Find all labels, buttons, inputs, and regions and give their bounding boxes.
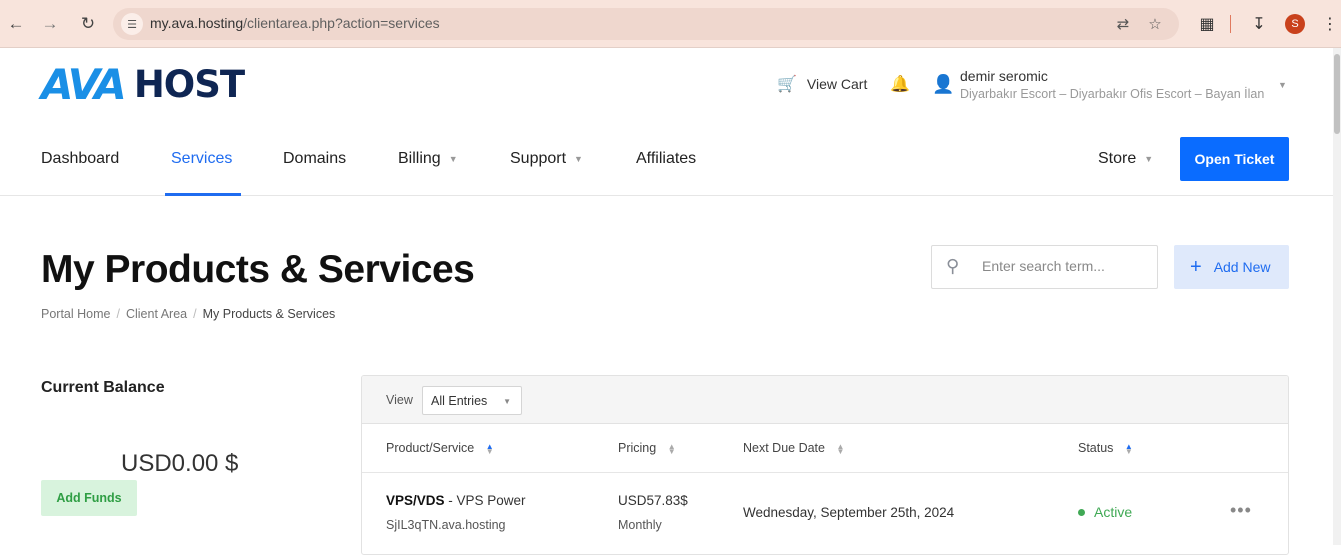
- site-settings-icon[interactable]: ☰: [121, 13, 143, 35]
- breadcrumb-portal-home[interactable]: Portal Home: [41, 307, 110, 321]
- reload-icon[interactable]: ↻: [76, 12, 100, 36]
- download-icon[interactable]: ↧: [1247, 12, 1271, 36]
- url-text[interactable]: my.ava.hosting/clientarea.php?action=ser…: [150, 15, 440, 31]
- view-filter-select[interactable]: All Entries ▼: [422, 386, 522, 415]
- scrollbar-thumb[interactable]: [1334, 54, 1340, 134]
- status-badge: Active: [1078, 504, 1132, 520]
- chevron-down-icon: ▼: [1144, 153, 1154, 164]
- breadcrumb-client-area[interactable]: Client Area: [126, 307, 187, 321]
- back-arrow-icon[interactable]: ←: [4, 12, 28, 36]
- services-table-panel: View All Entries ▼ Product/Service ▲ ▼ Pr…: [361, 375, 1289, 555]
- table-toolbar: View All Entries ▼: [362, 376, 1288, 424]
- chevron-down-icon: ▼: [503, 397, 511, 406]
- more-actions-icon[interactable]: •••: [1230, 500, 1252, 521]
- sort-icon: ▲ ▼: [836, 441, 845, 456]
- profile-avatar[interactable]: S: [1285, 14, 1305, 34]
- logo-wordmark: HOST: [133, 63, 245, 106]
- column-header-next-due[interactable]: Next Due Date ▲ ▼: [743, 441, 844, 455]
- product-domain: SjIL3qTN.ava.hosting: [386, 518, 506, 532]
- sort-icon: ▲ ▼: [485, 441, 494, 456]
- view-filter-value: All Entries: [431, 394, 488, 408]
- plus-icon: +: [1190, 256, 1202, 278]
- nav-support[interactable]: Support ▼: [510, 150, 583, 168]
- active-tab-indicator: [165, 193, 241, 196]
- nav-billing[interactable]: Billing ▼: [398, 150, 458, 168]
- cart-icon: 🛒: [777, 76, 797, 93]
- status-dot: [1078, 508, 1085, 516]
- user-name: demir seromic: [960, 68, 1048, 84]
- chevron-down-icon: ▼: [574, 153, 583, 164]
- user-icon: 👤: [932, 74, 955, 94]
- site-logo[interactable]: AVA HOST: [41, 60, 245, 109]
- search-input[interactable]: [982, 258, 1147, 274]
- view-cart-link[interactable]: 🛒 View Cart: [777, 74, 867, 94]
- breadcrumb: Portal Home / Client Area / My Products & Se…: [41, 307, 336, 321]
- balance-value: USD0.00 $: [121, 450, 239, 477]
- column-header-status[interactable]: Status ▲ ▼: [1078, 441, 1133, 455]
- nav-store[interactable]: Store ▼: [1098, 150, 1153, 168]
- view-cart-label: View Cart: [806, 76, 868, 92]
- sort-icon: ▲ ▼: [1124, 441, 1133, 456]
- add-new-button[interactable]: + Add New: [1174, 245, 1289, 289]
- search-box[interactable]: ⚲: [931, 245, 1158, 289]
- add-funds-button[interactable]: Add Funds: [41, 480, 137, 516]
- toolbar-divider: [1230, 15, 1231, 33]
- search-icon: ⚲: [946, 256, 960, 276]
- billing-cycle: Monthly: [618, 518, 662, 532]
- page-scrollbar[interactable]: [1333, 48, 1341, 545]
- product-price: USD57.83$: [618, 493, 688, 508]
- main-navigation: Dashboard Services Domains Billing ▼ Supp…: [0, 136, 1341, 196]
- nav-dashboard[interactable]: Dashboard: [41, 150, 119, 168]
- product-name: VPS/VDS - VPS Power: [386, 493, 526, 508]
- user-company: Diyarbakır Escort – Diyarbakır Ofis Esco…: [960, 87, 1265, 101]
- balance-title: Current Balance: [41, 379, 165, 396]
- nav-domains[interactable]: Domains: [283, 150, 346, 168]
- open-ticket-button[interactable]: Open Ticket: [1180, 137, 1289, 181]
- extensions-icon[interactable]: ▦: [1195, 12, 1219, 36]
- column-header-product[interactable]: Product/Service ▲ ▼: [386, 441, 494, 455]
- translate-icon[interactable]: ⇄: [1113, 14, 1133, 34]
- breadcrumb-current: My Products & Services: [202, 307, 336, 321]
- notifications-bell-icon[interactable]: 🔔: [890, 74, 910, 94]
- forward-arrow-icon[interactable]: →: [38, 12, 62, 36]
- table-header-divider: [362, 472, 1288, 473]
- sort-icon: ▲ ▼: [667, 441, 676, 456]
- address-bar[interactable]: ☰ my.ava.hosting/clientarea.php?action=s…: [113, 8, 1179, 40]
- add-new-label: Add New: [1213, 259, 1271, 275]
- browser-toolbar: ← → ↻ ☰ my.ava.hosting/clientarea.php?ac…: [0, 0, 1341, 48]
- chevron-down-icon: ▼: [448, 153, 458, 164]
- browser-menu-icon[interactable]: ⋮: [1318, 12, 1341, 36]
- chevron-down-icon: ▼: [1278, 80, 1287, 90]
- view-label: View: [386, 393, 413, 407]
- nav-services[interactable]: Services: [171, 150, 232, 168]
- bookmark-star-icon[interactable]: ☆: [1145, 14, 1165, 34]
- logo-mark: AVA: [41, 60, 127, 109]
- nav-affiliates[interactable]: Affiliates: [636, 150, 696, 168]
- column-header-pricing[interactable]: Pricing ▲ ▼: [618, 441, 676, 455]
- next-due-date: Wednesday, September 25th, 2024: [743, 505, 955, 520]
- page-title: My Products & Services: [41, 248, 475, 291]
